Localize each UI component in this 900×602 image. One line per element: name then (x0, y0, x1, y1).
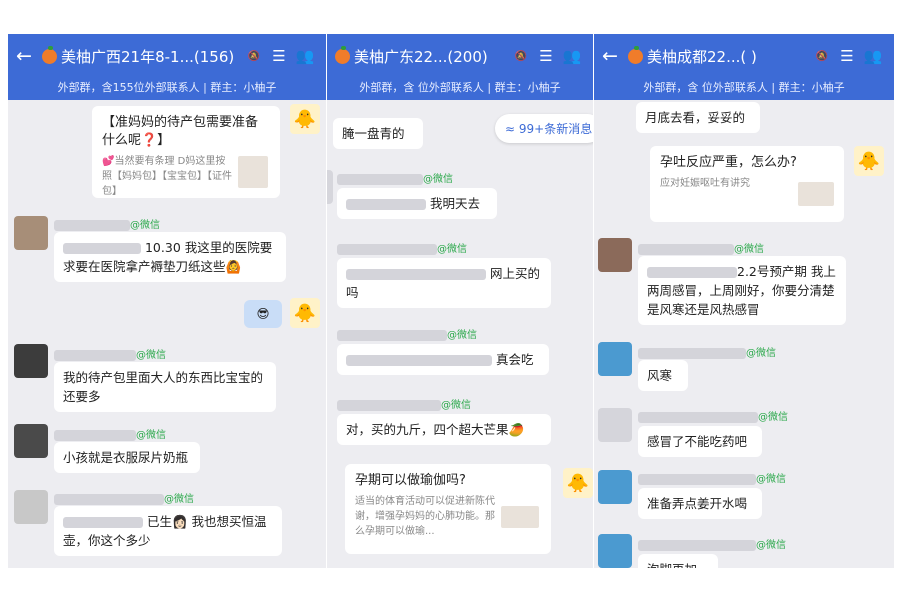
card-desc: 💕当然要有条理 D妈这里按照【妈妈包】【宝宝包】【证件包】 (102, 156, 232, 197)
card-title: 【准妈妈的待产包需要准备什么呢❓】 (102, 115, 259, 148)
chat-message[interactable]: 准备弄点姜开水喝 (638, 488, 762, 519)
avatar[interactable] (598, 534, 632, 568)
chat-title: 美柚广东22...(200) (354, 47, 488, 66)
chat-message[interactable]: 我的待产包里面大人的东西比宝宝的还要多 (54, 362, 276, 412)
avatar[interactable] (598, 342, 632, 376)
members-icon[interactable]: 👥 (292, 47, 318, 65)
chat-message[interactable]: 网上买的吗 (337, 258, 551, 308)
shared-article-card[interactable]: 孕吐反应严重，怎么办? 应对妊娠呕吐有讲究 (650, 146, 844, 222)
chat-message[interactable]: 我明天去 (337, 188, 497, 219)
menu-icon[interactable]: ☰ (834, 47, 860, 65)
chat-title: 美柚成都22...( ) (647, 47, 757, 66)
sender-name: @微信 (638, 536, 786, 551)
new-messages-button[interactable]: ≈ 99+条新消息 (495, 114, 593, 143)
avatar[interactable] (598, 408, 632, 442)
chat-panel-guangdong: 美柚广东22...(200) 🔕 ☰ 👥 外部群，含 位外部联系人 | 群主：小… (327, 34, 593, 568)
chat-message[interactable]: 月底去看，妥妥的 (636, 102, 760, 133)
my-avatar[interactable]: 🐥 (290, 104, 320, 134)
avatar[interactable] (598, 238, 632, 272)
card-thumbnail (238, 156, 268, 188)
card-thumbnail (798, 182, 834, 206)
group-subtitle: 外部群，含 位外部联系人 | 群主：小柚子 (594, 78, 894, 100)
sender-name: @微信 (337, 396, 471, 411)
chat-message[interactable]: 已生👩🏻 我也想买恒温壶，你这个多少 (54, 506, 282, 556)
chat-header: ← 美柚成都22...( ) 🔕 ☰ 👥 (594, 34, 894, 78)
chat-header: 美柚广东22...(200) 🔕 ☰ 👥 (327, 34, 593, 78)
sender-name: @微信 (54, 426, 166, 441)
chat-title: 美柚广西21年8-1...(156) (61, 47, 235, 66)
card-thumbnail (501, 506, 539, 528)
back-arrow-icon[interactable]: ← (16, 45, 42, 67)
chat-message[interactable]: 2.2号预产期 我上两周感冒，上周刚好，你要分清楚是风寒还是风热感冒 (638, 256, 846, 325)
sender-name: @微信 (638, 470, 786, 485)
members-icon[interactable]: 👥 (559, 47, 585, 65)
chat-message[interactable]: 腌一盘青的 (333, 118, 423, 149)
chat-message[interactable]: 风寒 (638, 360, 688, 391)
sender-name: @微信 (54, 216, 160, 231)
sender-name: @微信 (638, 344, 776, 359)
group-logo-icon (42, 45, 57, 64)
avatar[interactable] (598, 470, 632, 504)
sender-name: @微信 (337, 240, 467, 255)
avatar[interactable] (14, 424, 48, 458)
chat-message[interactable]: 10.30 我这里的医院要求要在医院拿产褥垫刀纸这些🙆 (54, 232, 286, 282)
group-logo-icon (628, 45, 643, 64)
back-arrow-icon[interactable]: ← (602, 45, 628, 67)
my-avatar[interactable]: 🐥 (854, 146, 884, 176)
card-title: 孕期可以做瑜伽吗? (355, 473, 466, 488)
chat-message[interactable]: 对，买的九斤，四个超大芒果🥭 (337, 414, 551, 445)
menu-icon[interactable]: ☰ (533, 47, 559, 65)
chat-message[interactable]: 小孩就是衣服尿片奶瓶 (54, 442, 200, 473)
chat-message[interactable]: 泡脚再加 (638, 554, 718, 568)
sender-name: @微信 (337, 326, 477, 341)
avatar[interactable] (14, 344, 48, 378)
mute-icon: 🔕 (247, 50, 260, 62)
sender-name: @微信 (638, 408, 788, 423)
sender-name: @微信 (337, 170, 453, 185)
my-avatar[interactable]: 🐥 (290, 298, 320, 328)
chat-message[interactable]: 感冒了不能吃药吧 (638, 426, 762, 457)
avatar[interactable] (14, 216, 48, 250)
card-desc: 适当的体育活动可以促进新陈代谢，增强孕妈妈的心肺功能。那么孕期可以做瑜... (355, 496, 495, 537)
mute-icon: 🔕 (815, 50, 828, 62)
avatar[interactable] (14, 490, 48, 524)
shared-article-card[interactable]: 【准妈妈的待产包需要准备什么呢❓】 💕当然要有条理 D妈这里按照【妈妈包】【宝宝… (92, 106, 280, 198)
chat-message[interactable]: 真会吃 (337, 344, 549, 375)
group-subtitle: 外部群，含 位外部联系人 | 群主：小柚子 (327, 78, 593, 100)
members-icon[interactable]: 👥 (860, 47, 886, 65)
mute-icon: 🔕 (514, 50, 527, 62)
card-title: 孕吐反应严重，怎么办? (660, 155, 797, 170)
chat-header: ← 美柚广西21年8-1...(156) 🔕 ☰ 👥 (8, 34, 326, 78)
shared-article-card[interactable]: 孕期可以做瑜伽吗? 适当的体育活动可以促进新陈代谢，增强孕妈妈的心肺功能。那么孕… (345, 464, 551, 554)
chat-panel-guangxi: ← 美柚广西21年8-1...(156) 🔕 ☰ 👥 外部群，含155位外部联系… (8, 34, 326, 568)
menu-icon[interactable]: ☰ (266, 47, 292, 65)
sender-name: @微信 (54, 346, 166, 361)
avatar[interactable] (327, 170, 333, 204)
sender-name: @微信 (638, 240, 764, 255)
group-logo-icon (335, 45, 350, 64)
chat-panel-chengdu: ← 美柚成都22...( ) 🔕 ☰ 👥 外部群，含 位外部联系人 | 群主：小… (594, 34, 894, 568)
my-avatar[interactable]: 🐥 (563, 468, 593, 498)
group-subtitle: 外部群，含155位外部联系人 | 群主：小柚子 (8, 78, 326, 100)
sender-name: @微信 (54, 490, 194, 505)
chat-message-emoji[interactable]: 😎 (244, 300, 282, 328)
